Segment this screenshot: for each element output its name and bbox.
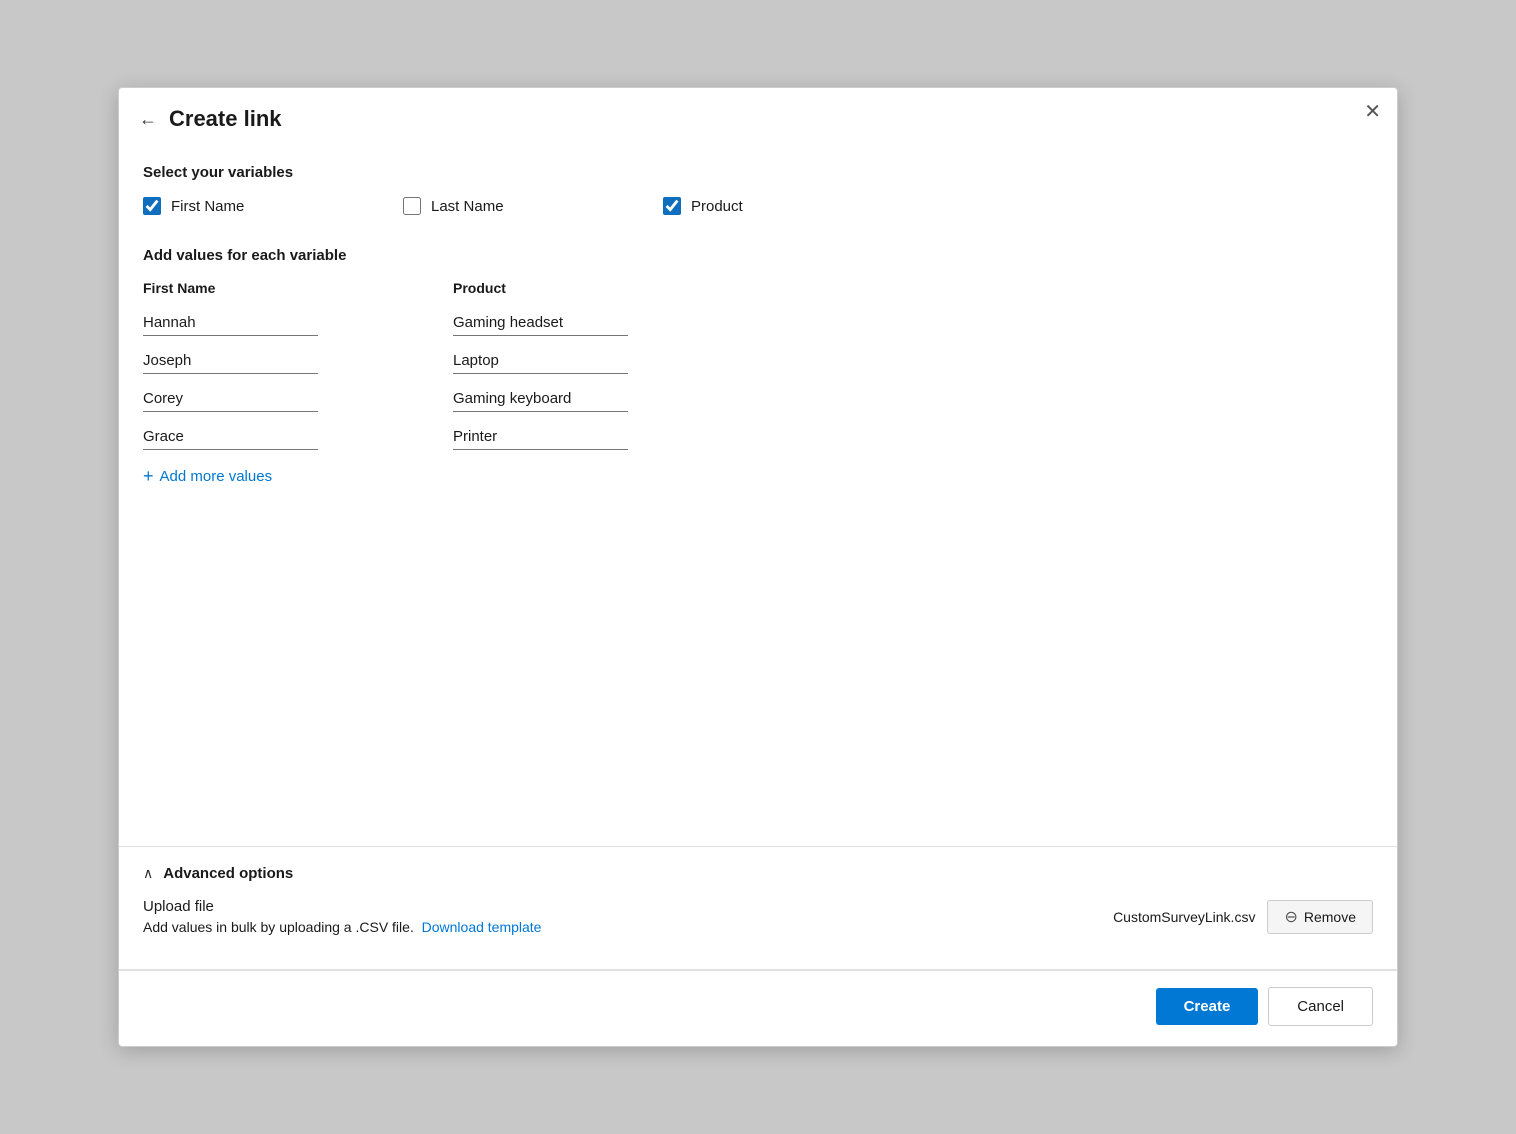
upload-title: Upload file [143,898,541,915]
upload-desc: Add values in bulk by uploading a .CSV f… [143,919,541,935]
first-name-input-3[interactable] [143,388,318,412]
product-input-3[interactable] [453,388,628,412]
table-row [143,312,1373,336]
back-icon[interactable]: ← [139,109,157,130]
dialog-body: Select your variables First Name Last Na… [119,144,1397,822]
product-field-2 [453,350,663,374]
values-header-row: First Name Product [143,280,1373,296]
product-field-3 [453,388,663,412]
variables-row: First Name Last Name Product [143,197,1373,215]
product-label: Product [691,198,743,215]
first-name-field-3 [143,388,353,412]
cancel-button[interactable]: Cancel [1268,987,1373,1026]
remove-label: Remove [1304,909,1356,925]
values-section-label: Add values for each variable [143,247,1373,264]
close-button[interactable]: ✕ [1364,102,1381,122]
product-checkbox[interactable] [663,197,681,215]
first-name-checkbox[interactable] [143,197,161,215]
first-name-input-1[interactable] [143,312,318,336]
file-name-label: CustomSurveyLink.csv [1113,909,1255,925]
col-header-first-name: First Name [143,280,353,296]
remove-button[interactable]: ⊖ Remove [1267,900,1373,934]
variables-section-label: Select your variables [143,164,1373,181]
first-name-label: First Name [171,198,244,215]
upload-left: Upload file Add values in bulk by upload… [143,898,541,935]
create-button[interactable]: Create [1156,988,1259,1025]
create-link-dialog: ← Create link ✕ Select your variables Fi… [118,87,1398,1047]
last-name-label: Last Name [431,198,504,215]
advanced-section: ∧ Advanced options Upload file Add value… [119,847,1397,969]
dialog-header: ← Create link ✕ [119,88,1397,144]
first-name-input-2[interactable] [143,350,318,374]
first-name-field-4 [143,426,353,450]
checkbox-first-name[interactable]: First Name [143,197,403,215]
upload-desc-text: Add values in bulk by uploading a .CSV f… [143,919,414,935]
first-name-field-2 [143,350,353,374]
product-field-1 [453,312,663,336]
add-more-button[interactable]: + Add more values [143,466,272,487]
upload-right: CustomSurveyLink.csv ⊖ Remove [1113,900,1373,934]
dialog-footer: Create Cancel [119,970,1397,1046]
add-more-label: Add more values [160,468,273,485]
col-header-product: Product [453,280,663,296]
last-name-checkbox[interactable] [403,197,421,215]
table-row [143,426,1373,450]
product-input-2[interactable] [453,350,628,374]
table-row [143,350,1373,374]
first-name-input-4[interactable] [143,426,318,450]
upload-row: Upload file Add values in bulk by upload… [143,898,1373,951]
checkbox-product[interactable]: Product [663,197,923,215]
dialog-title: Create link [169,106,282,132]
table-row [143,388,1373,412]
chevron-up-icon[interactable]: ∧ [143,865,153,882]
advanced-header: ∧ Advanced options [143,865,1373,882]
first-name-field-1 [143,312,353,336]
plus-icon: + [143,466,154,487]
product-input-4[interactable] [453,426,628,450]
download-template-link[interactable]: Download template [422,919,542,935]
values-section: Add values for each variable First Name … [143,247,1373,487]
advanced-title: Advanced options [163,865,293,882]
minus-circle-icon: ⊖ [1284,907,1297,927]
product-input-1[interactable] [453,312,628,336]
product-field-4 [453,426,663,450]
checkbox-last-name[interactable]: Last Name [403,197,663,215]
